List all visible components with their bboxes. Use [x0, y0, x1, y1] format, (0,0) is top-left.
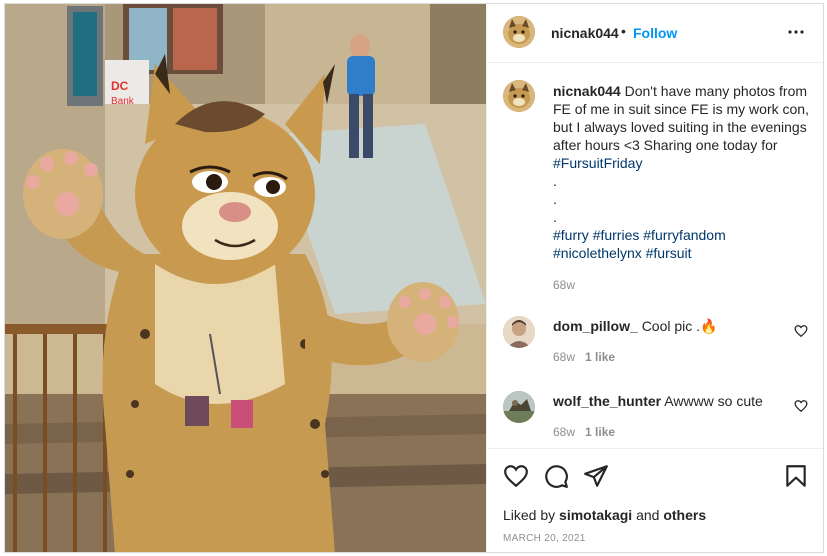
caption-dot: .: [553, 173, 557, 189]
hashtag-link[interactable]: #nicolethelynx: [553, 245, 642, 261]
hashtag-link[interactable]: #furryfandom: [643, 227, 725, 243]
comment-item: dom_pillow_ Cool pic .🔥 68w 1 like: [487, 316, 823, 376]
hashtag-link[interactable]: #fursuit: [646, 245, 692, 261]
comment-timestamp[interactable]: 68w: [553, 350, 575, 364]
commenter-avatar[interactable]: [503, 316, 535, 348]
avatar-image: [503, 316, 535, 348]
commenter-avatar[interactable]: [503, 391, 535, 423]
hashtag-link[interactable]: #furry: [553, 227, 589, 243]
post-date[interactable]: MARCH 20, 2021: [503, 533, 586, 544]
share-icon[interactable]: [583, 463, 609, 489]
post-photo[interactable]: DC Bank: [5, 4, 486, 552]
comment-timestamp[interactable]: 68w: [553, 425, 575, 439]
sign-brand-text: DC: [111, 79, 129, 93]
post-sidebar: nicnak044 • Follow nicnak044 Don't have …: [486, 4, 823, 552]
author-avatar[interactable]: [503, 16, 535, 48]
comment-line: wolf_the_hunter Awwww so cute: [553, 393, 763, 409]
caption-dot: .: [553, 191, 557, 207]
follow-button[interactable]: Follow: [633, 25, 677, 41]
caption-dot: .: [553, 209, 557, 225]
comment-like-heart-icon[interactable]: [794, 324, 808, 338]
caption-avatar[interactable]: [503, 80, 535, 112]
more-options-icon[interactable]: [784, 20, 808, 44]
comment-text: Awwww so cute: [664, 393, 763, 409]
avatar-image: [503, 16, 535, 48]
caption-timestamp[interactable]: 68w: [553, 278, 575, 292]
heart-icon[interactable]: [503, 463, 529, 489]
liked-by-user[interactable]: simotakagi: [559, 507, 632, 523]
comment-likes[interactable]: 1 like: [585, 350, 615, 364]
comment-likes[interactable]: 1 like: [585, 425, 615, 439]
comment-meta: 68w 1 like: [553, 425, 615, 439]
hashtag-link[interactable]: #furries: [593, 227, 640, 243]
post-header: nicnak044 • Follow: [487, 4, 823, 63]
caption-text-block: nicnak044 Don't have many photos from FE…: [553, 82, 811, 262]
bookmark-icon[interactable]: [783, 463, 809, 489]
hashtag-link[interactable]: #FursuitFriday: [553, 155, 642, 171]
comment-username[interactable]: wolf_the_hunter: [553, 393, 661, 409]
comment-item: wolf_the_hunter Awwww so cute 68w 1 like: [487, 391, 823, 451]
liked-by-and: and: [636, 507, 660, 523]
comment-username[interactable]: dom_pillow_: [553, 318, 638, 334]
avatar-image: [503, 391, 535, 423]
author-username[interactable]: nicnak044: [551, 25, 619, 41]
liked-by-prefix: Liked by: [503, 507, 556, 523]
fursuit-photo-illustration: DC Bank: [5, 4, 486, 552]
separator-dot: •: [621, 23, 626, 39]
liked-by-others[interactable]: others: [663, 507, 706, 523]
fire-emoji-icon: 🔥: [700, 318, 718, 334]
action-bar: Liked by simotakagi and others MARCH 20,…: [487, 448, 823, 552]
caption-username[interactable]: nicnak044: [553, 83, 621, 99]
comment-icon[interactable]: [543, 463, 569, 489]
liked-by-line: Liked by simotakagi and others: [503, 507, 706, 523]
post-dialog: DC Bank nicnak044 • Follow nicnak044 Don…: [4, 3, 824, 553]
comment-meta: 68w 1 like: [553, 350, 615, 364]
comment-text: Cool pic .: [641, 318, 701, 334]
avatar-image: [503, 80, 535, 112]
comment-line: dom_pillow_ Cool pic .🔥: [553, 318, 717, 335]
comment-like-heart-icon[interactable]: [794, 399, 808, 413]
